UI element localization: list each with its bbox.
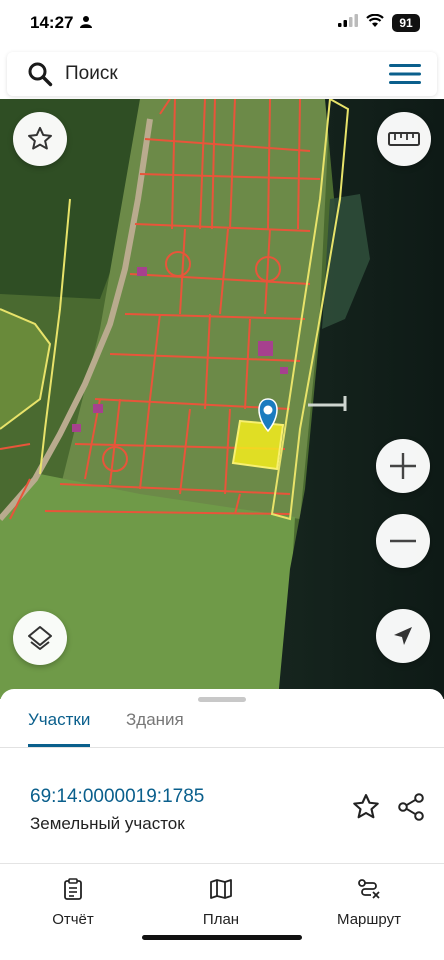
nav-route[interactable]: Маршрут xyxy=(314,878,424,929)
person-icon xyxy=(80,15,92,34)
minus-icon xyxy=(388,526,418,556)
app-screen: 14:27 91 Поиск Участки Здания 69:14:0000… xyxy=(0,0,444,960)
sheet-divider xyxy=(0,863,444,864)
star-icon xyxy=(26,125,54,153)
menu-icon[interactable] xyxy=(389,61,421,92)
locate-button[interactable] xyxy=(376,609,430,663)
tab-buildings[interactable]: Здания xyxy=(126,710,184,744)
battery-icon: 91 xyxy=(392,14,420,32)
nav-report[interactable]: Отчёт xyxy=(18,878,128,929)
share-button[interactable] xyxy=(396,792,426,827)
share-icon xyxy=(396,793,426,826)
nav-plan[interactable]: План xyxy=(166,878,276,929)
favorite-button[interactable] xyxy=(13,112,67,166)
layers-icon xyxy=(25,623,55,653)
tabs-divider xyxy=(0,747,444,748)
navigation-arrow-icon xyxy=(391,624,415,648)
map-plan-icon xyxy=(166,878,276,905)
map-view[interactable] xyxy=(0,99,444,699)
status-bar: 14:27 91 xyxy=(0,0,444,50)
search-icon[interactable] xyxy=(27,61,53,92)
parcel-favorite-button[interactable] xyxy=(351,792,381,827)
route-icon xyxy=(314,878,424,905)
signal-icon xyxy=(338,14,358,32)
parcel-number[interactable]: 69:14:0000019:1785 xyxy=(30,786,204,808)
status-right: 91 xyxy=(338,13,420,32)
tab-plots[interactable]: Участки xyxy=(28,710,91,747)
nav-report-label: Отчёт xyxy=(52,911,94,928)
wifi-icon xyxy=(366,13,384,32)
search-bar xyxy=(7,52,437,96)
report-icon xyxy=(18,878,128,905)
parcel-type: Земельный участок xyxy=(30,814,185,833)
zoom-in-button[interactable] xyxy=(376,439,430,493)
bottom-sheet: Участки Здания 69:14:0000019:1785 Земель… xyxy=(0,689,444,960)
ruler-button[interactable] xyxy=(377,112,431,166)
zoom-out-button[interactable] xyxy=(376,514,430,568)
search-input[interactable] xyxy=(65,60,365,88)
status-time: 14:27 xyxy=(30,13,74,32)
selected-parcel[interactable] xyxy=(231,419,285,471)
sheet-handle[interactable] xyxy=(198,697,246,702)
nav-route-label: Маршрут xyxy=(337,911,401,928)
layers-button[interactable] xyxy=(13,611,67,665)
map-canvas[interactable] xyxy=(0,99,444,699)
star-icon xyxy=(351,794,381,826)
plus-icon xyxy=(388,451,418,481)
ruler-icon xyxy=(388,131,420,147)
home-indicator xyxy=(142,935,302,940)
nav-plan-label: План xyxy=(202,911,240,928)
